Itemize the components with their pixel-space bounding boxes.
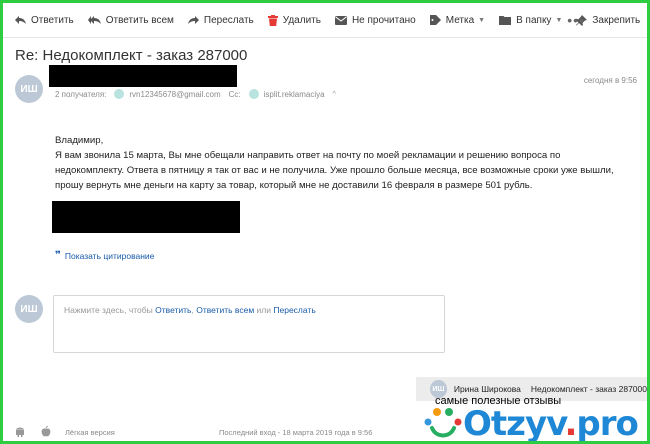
- lite-version-link[interactable]: Лёгкая версия: [65, 428, 115, 437]
- reply-hint-prefix: Нажмите здесь, чтобы: [64, 305, 153, 315]
- reply-all-label: Ответить всем: [105, 14, 174, 26]
- tag-icon: [429, 15, 441, 25]
- envelope-icon: [334, 15, 347, 25]
- sender-avatar[interactable]: ИШ: [15, 75, 43, 103]
- quick-reply-hint: Нажмите здесь, чтобы Ответить, Ответить …: [64, 305, 316, 315]
- folder-icon: [499, 16, 512, 25]
- forward-button[interactable]: Переслать: [187, 14, 254, 26]
- move-to-folder-label: В папку: [516, 14, 552, 26]
- smiley-logo-icon: [424, 408, 462, 438]
- logo-main: Otzyv: [463, 404, 565, 441]
- body-line: недокомплекту. Ответа в пятницу я так от…: [55, 165, 614, 176]
- show-quote-link[interactable]: ❞ Показать цитирование: [55, 250, 154, 261]
- notification-subject: Недокомплект - заказ 287000: [530, 384, 647, 394]
- redacted-signature: [52, 201, 240, 233]
- reply-hint-or: или: [256, 305, 272, 315]
- pin-label: Закрепить: [592, 14, 641, 26]
- label-menu-label: Метка: [445, 14, 475, 26]
- reply-link[interactable]: Ответить: [155, 305, 191, 315]
- reply-button[interactable]: Ответить: [15, 15, 74, 26]
- android-icon[interactable]: [15, 426, 25, 437]
- cc-address[interactable]: isplit.reklamaciya: [264, 90, 325, 99]
- own-avatar: ИШ: [15, 295, 43, 323]
- logo-dot: .: [564, 404, 578, 441]
- delete-button[interactable]: Удалить: [267, 14, 321, 26]
- reply-hint-comma: ,: [191, 305, 194, 315]
- apple-icon[interactable]: [41, 426, 51, 437]
- logo-wordmark: Otzyv.pro: [463, 404, 639, 441]
- message-toolbar: Ответить Ответить всем Переслать Удалить…: [3, 3, 647, 38]
- cc-label: Cc:: [228, 89, 241, 99]
- label-menu[interactable]: Метка ▼: [429, 14, 486, 26]
- reply-all-link[interactable]: Ответить всем: [196, 305, 254, 315]
- reply-all-icon: [87, 16, 101, 24]
- body-line: Владимир,: [55, 135, 104, 146]
- trash-icon: [267, 14, 278, 26]
- forward-label: Переслать: [203, 14, 254, 26]
- notification-sender: Ирина Широкова: [453, 384, 521, 394]
- delete-label: Удалить: [282, 14, 321, 26]
- message-subject: Re: Недокомплект - заказ 287000: [15, 47, 248, 64]
- pin-button[interactable]: Закрепить: [576, 14, 641, 26]
- move-to-folder-menu[interactable]: В папку ▼: [499, 15, 562, 26]
- recipients-row: 2 получателя: rvn12345678@gmail.com Cc: …: [55, 89, 336, 99]
- chevron-down-icon: ▼: [555, 16, 563, 24]
- chevron-up-icon[interactable]: ^: [333, 91, 336, 98]
- mark-unread-button[interactable]: Не прочитано: [334, 14, 416, 26]
- more-actions-button[interactable]: •••: [567, 12, 585, 28]
- reply-all-button[interactable]: Ответить всем: [87, 14, 174, 26]
- quick-reply-box[interactable]: Нажмите здесь, чтобы Ответить, Ответить …: [53, 295, 445, 353]
- last-login-info: Последний вход - 18 марта 2019 года в 9:…: [219, 428, 373, 437]
- mark-unread-label: Не прочитано: [351, 14, 416, 26]
- recipients-count-label: 2 получателя:: [55, 89, 107, 99]
- forward-icon: [187, 16, 199, 24]
- redacted-sender-name: [49, 65, 237, 87]
- forward-link[interactable]: Переслать: [273, 305, 315, 315]
- chevron-down-icon: ▼: [478, 16, 486, 24]
- reply-icon: [15, 16, 26, 24]
- otzyv-logo: Otzyv.pro: [423, 404, 639, 441]
- recipient-avatar: [114, 89, 125, 99]
- reply-label: Ответить: [31, 14, 74, 26]
- show-quote-label: Показать цитирование: [64, 250, 155, 261]
- body-line: Я вам звонила 15 марта, Вы мне обещали н…: [55, 150, 561, 161]
- recipient-address[interactable]: rvn12345678@gmail.com: [129, 90, 220, 99]
- body-line: прошу вернуть мне деньги на карту за тов…: [55, 180, 533, 191]
- cc-avatar: [248, 89, 259, 99]
- quote-icon: ❞: [55, 250, 61, 261]
- logo-tld: pro: [576, 404, 638, 441]
- message-body: Владимир, Я вам звонила 15 марта, Вы мне…: [55, 133, 615, 193]
- message-date: сегодня в 9:56: [583, 76, 637, 85]
- mail-window: Ответить Ответить всем Переслать Удалить…: [3, 3, 647, 441]
